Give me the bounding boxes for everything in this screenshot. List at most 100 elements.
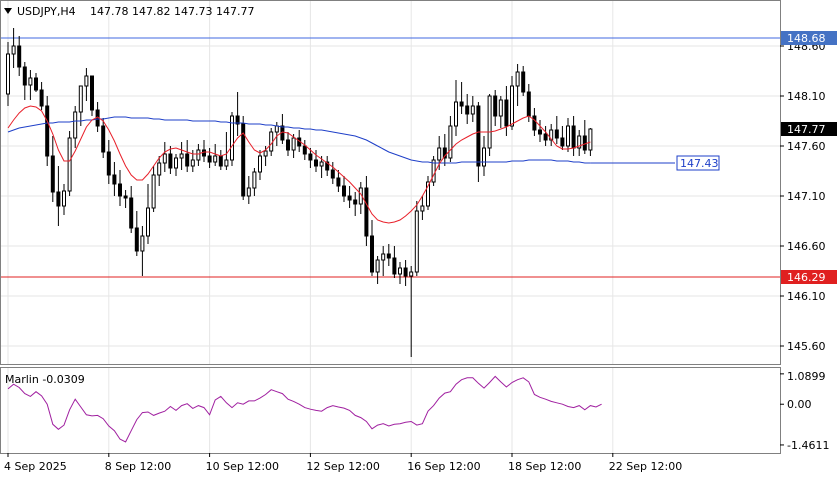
ma-value-label: 147.43 [676,155,720,171]
candle-body-down [370,235,374,273]
chart-background [0,0,838,477]
candle-body-down [218,155,223,167]
candle-body-down [582,135,587,151]
indicator-tick-label: -1.4611 [787,439,829,452]
candle-body-down [353,199,358,205]
candle-body-up [179,153,184,159]
symbol-label: USDJPY,H4 [17,5,76,18]
candle-body-up [258,155,262,173]
candle [487,94,492,156]
candle-body-down [302,145,307,155]
time-tick-label: 16 Sep 12:00 [407,460,480,473]
candle-body-down [554,129,559,139]
candle-body-down [543,133,548,141]
candle-body-up [252,171,257,189]
candle-body-down [34,77,38,91]
candle-body-down [347,195,352,201]
candle-body-up [482,147,486,167]
candle-body-up [162,153,167,164]
candle-body-up [274,125,279,133]
candle [90,75,94,116]
candle-body-up [157,162,162,176]
candle-body-up [398,267,402,275]
candle-body-down [118,183,122,197]
candle-body-down [112,174,117,185]
candle-body-up [420,205,425,212]
candle-body-up [151,174,156,209]
candle-body-up [448,125,453,159]
candle-body-down [45,105,50,157]
candle-body-down [168,153,173,169]
candle-body-up [28,77,33,86]
candle-body-up [73,111,78,139]
candle-body-up [588,128,593,151]
candle-body-down [106,151,111,176]
candle [45,96,50,166]
time-tick-label: 4 Sep 2025 [4,460,67,473]
candle-body-down [476,105,481,167]
indicator-tick-label: 0.00 [787,398,812,411]
candle-body-down [202,149,206,157]
candle-body-down [521,71,526,93]
candle-body-up [319,161,324,167]
candle-body-down [17,45,22,68]
candle-body-down [39,89,44,107]
time-tick-label: 10 Sep 12:00 [206,460,279,473]
candle-body-up [487,95,492,149]
candle [241,116,246,200]
candle-body-down [134,227,139,252]
candle-body-up [146,207,150,237]
candle-body-down [504,99,509,127]
candle-body-up [190,159,195,167]
candle-body-down [308,153,313,161]
candle-body-up [381,253,386,261]
candle-body-down [185,153,190,167]
time-tick-label: 18 Sep 12:00 [508,460,581,473]
candle-body-down [403,267,408,277]
price-tick-label: 147.10 [787,190,826,203]
candle-body-down [364,187,369,237]
candle-body-down [342,185,346,197]
candle-body-down [465,105,470,115]
candle-body-up [224,159,229,167]
candle-body-down [123,195,128,199]
ohlc-values: 147.78 147.82 147.73 147.77 [90,5,254,18]
candle-body-down [532,115,537,131]
candle [230,112,234,166]
current-price-label: 147.77 [781,122,837,136]
chart-header[interactable]: USDJPY,H4 147.78 147.82 147.73 147.77 [4,5,254,18]
candle-body-up [263,150,268,157]
candle [67,131,72,196]
candle-body-up [78,85,83,113]
candle [414,201,419,276]
candle-body-down [392,257,397,275]
candle-body-up [454,101,458,127]
candle-body-up [269,131,274,152]
indicator-label: Marlin -0.0309 [5,373,85,386]
candle-body-down [207,155,212,163]
candle-body-up [566,125,570,147]
candle-body-down [286,139,290,151]
candle-body-up [213,155,218,163]
candle-body-up [62,190,66,207]
candle-body-up [11,45,16,55]
candle-body-down [50,155,55,193]
price-tick-label: 148.10 [787,90,826,103]
support-price-label: 146.29 [781,270,837,284]
resistance-price-label: 148.68 [781,31,837,45]
candle-body-up [375,259,380,273]
price-tick-label: 146.60 [787,240,826,253]
candle-body-down [90,75,94,111]
candle-body-up [6,53,10,95]
price-tick-label: 147.60 [787,140,826,153]
candle-body-down [129,197,134,229]
ma-value-label-text: 147.43 [680,157,719,170]
candle-body-up [140,235,145,252]
candle-body-up [291,137,296,151]
candle-body-down [571,125,576,149]
candle-body-up [246,187,251,197]
candle [431,156,436,186]
candle-body-up [174,157,178,169]
support-price-label-text: 146.29 [787,271,826,284]
candle-body-down [386,253,391,259]
